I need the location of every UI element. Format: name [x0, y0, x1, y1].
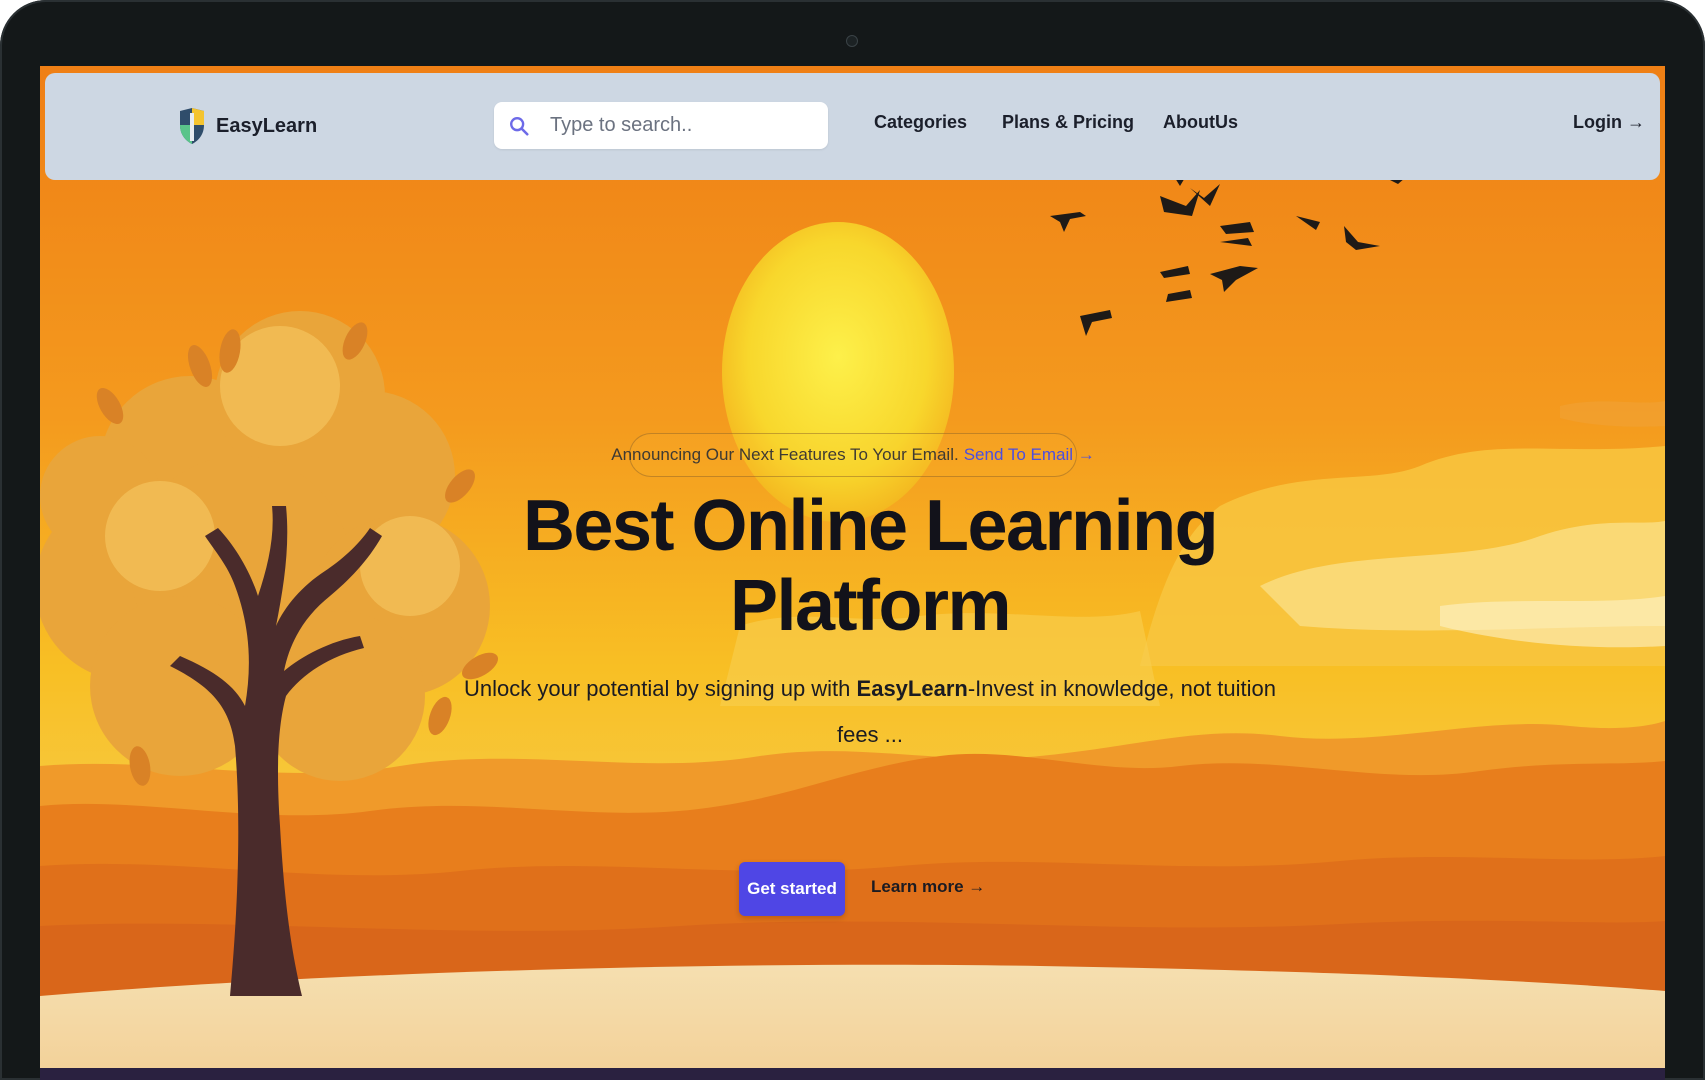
announcement-text: Announcing Our Next Features To Your Ema… — [611, 445, 959, 464]
brand-logo-link[interactable]: EasyLearn — [178, 107, 317, 145]
search-bar — [494, 102, 828, 149]
screen-bottom-edge — [40, 1068, 1665, 1080]
laptop-frame: EasyLearn Categories Plans & Pricing Abo… — [0, 0, 1705, 1080]
top-navbar: EasyLearn Categories Plans & Pricing Abo… — [45, 73, 1660, 180]
shield-logo-icon — [180, 108, 204, 144]
camera-dot — [846, 35, 858, 47]
subtitle-brand: EasyLearn — [856, 676, 968, 701]
hero-title: Best Online Learning Platform — [370, 486, 1370, 646]
search-input[interactable] — [548, 113, 812, 138]
subtitle-before: Unlock your potential by signing up with — [463, 676, 857, 701]
nav-link-categories[interactable]: Categories — [874, 112, 967, 133]
announcement-pill: Announcing Our Next Features To Your Ema… — [611, 433, 1095, 477]
browser-viewport: EasyLearn Categories Plans & Pricing Abo… — [40, 66, 1665, 1068]
get-started-button[interactable]: Get started — [739, 862, 845, 916]
login-link[interactable]: Login → — [1573, 112, 1645, 133]
learn-more-link[interactable]: Learn more → — [871, 877, 985, 897]
hero-subtitle: Unlock your potential by signing up with… — [452, 666, 1288, 758]
send-to-email-link[interactable]: Send To Email → — [964, 445, 1095, 465]
nav-link-about-us[interactable]: AboutUs — [1163, 112, 1238, 133]
search-icon — [510, 116, 529, 136]
hero-title-line1: Best Online Learning — [522, 486, 1219, 566]
brand-name: EasyLearn — [216, 114, 318, 137]
hero-title-line2: Platform — [729, 566, 1012, 646]
nav-link-plans-pricing[interactable]: Plans & Pricing — [1002, 112, 1134, 133]
